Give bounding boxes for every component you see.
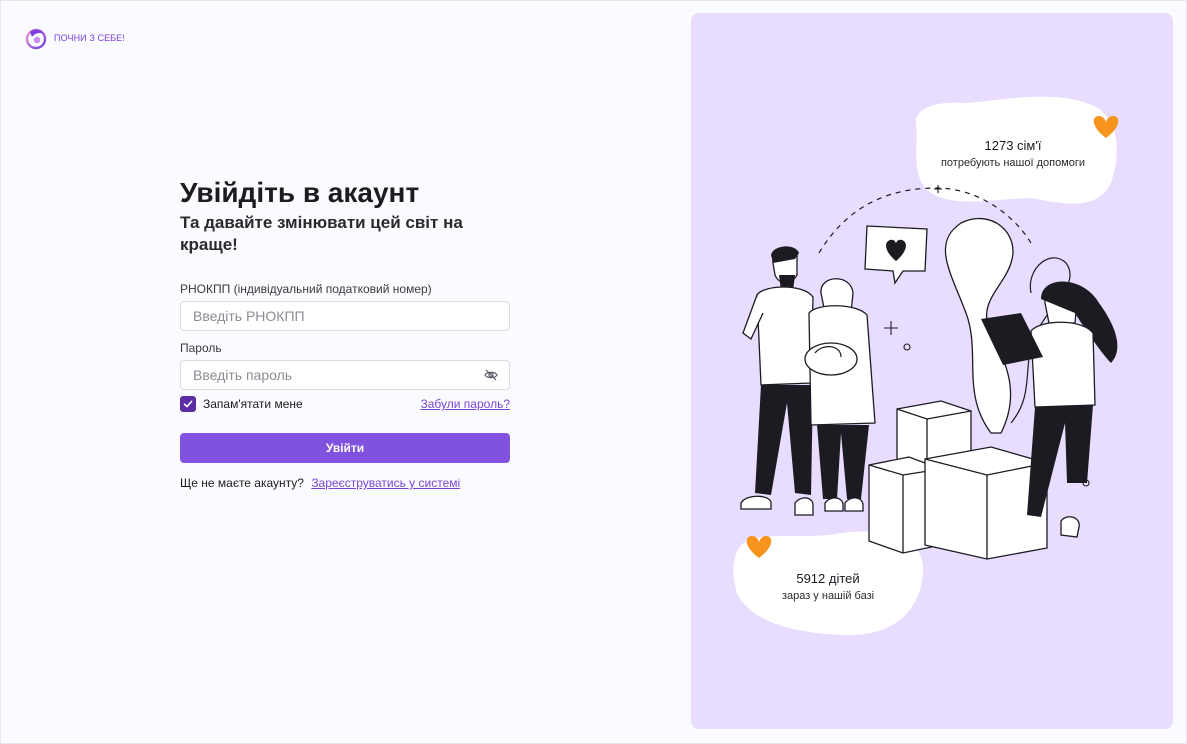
- page-title: Увійдіть в акаунт: [180, 177, 420, 208]
- families-count: 1273 сім'ї: [985, 138, 1042, 153]
- heart-bubble-icon: [864, 225, 928, 285]
- logo-icon: [25, 28, 47, 50]
- login-form: Увійдіть в акаунт Та давайте змінювати ц…: [180, 176, 510, 490]
- register-link[interactable]: Зареєструватись у системі: [311, 476, 460, 490]
- check-icon: [183, 400, 193, 408]
- password-field-wrap: [180, 360, 510, 390]
- boxes: [868, 400, 1048, 560]
- password-label: Пароль: [180, 341, 222, 355]
- login-button[interactable]: Увійти: [180, 433, 510, 463]
- illustration-panel: 1273 сім'ї потребують нашої допомоги 591…: [691, 13, 1173, 729]
- children-caption: зараз у нашій базі: [782, 590, 874, 602]
- remember-me-label: Запам'ятати мене: [203, 397, 303, 411]
- no-account-text: Ще не маєте акаунту?: [180, 476, 304, 490]
- password-input[interactable]: [180, 360, 510, 390]
- tax-id-field-wrap: [180, 301, 510, 331]
- eye-icon[interactable]: [484, 368, 498, 382]
- man-figure: [740, 246, 814, 516]
- tax-id-input[interactable]: [180, 301, 510, 331]
- tax-id-label: РНОКПП (індивідуальний податковий номер): [180, 282, 432, 296]
- forgot-password-link[interactable]: Забули пароль?: [421, 397, 511, 411]
- brand-logo[interactable]: ПОЧНИ З СЕБЕ!: [24, 26, 125, 50]
- children-count: 5912 дітей: [796, 571, 859, 586]
- woman-with-baby-figure: [804, 278, 876, 512]
- page-subtitle: Та давайте змінювати цей світ на краще!: [180, 213, 463, 254]
- remember-row: Запам'ятати мене Забули пароль?: [180, 396, 510, 412]
- logo-text: ПОЧНИ З СЕБЕ!: [54, 33, 125, 43]
- register-row: Ще не маєте акаунту? Зареєструватись у с…: [180, 476, 510, 490]
- people-with-boxes-illustration: 1273 сім'ї потребують нашої допомоги 591…: [733, 96, 1119, 636]
- families-caption: потребують нашої допомоги: [941, 157, 1085, 169]
- remember-me-checkbox[interactable]: Запам'ятати мене: [180, 396, 303, 412]
- checkbox-box[interactable]: [180, 396, 196, 412]
